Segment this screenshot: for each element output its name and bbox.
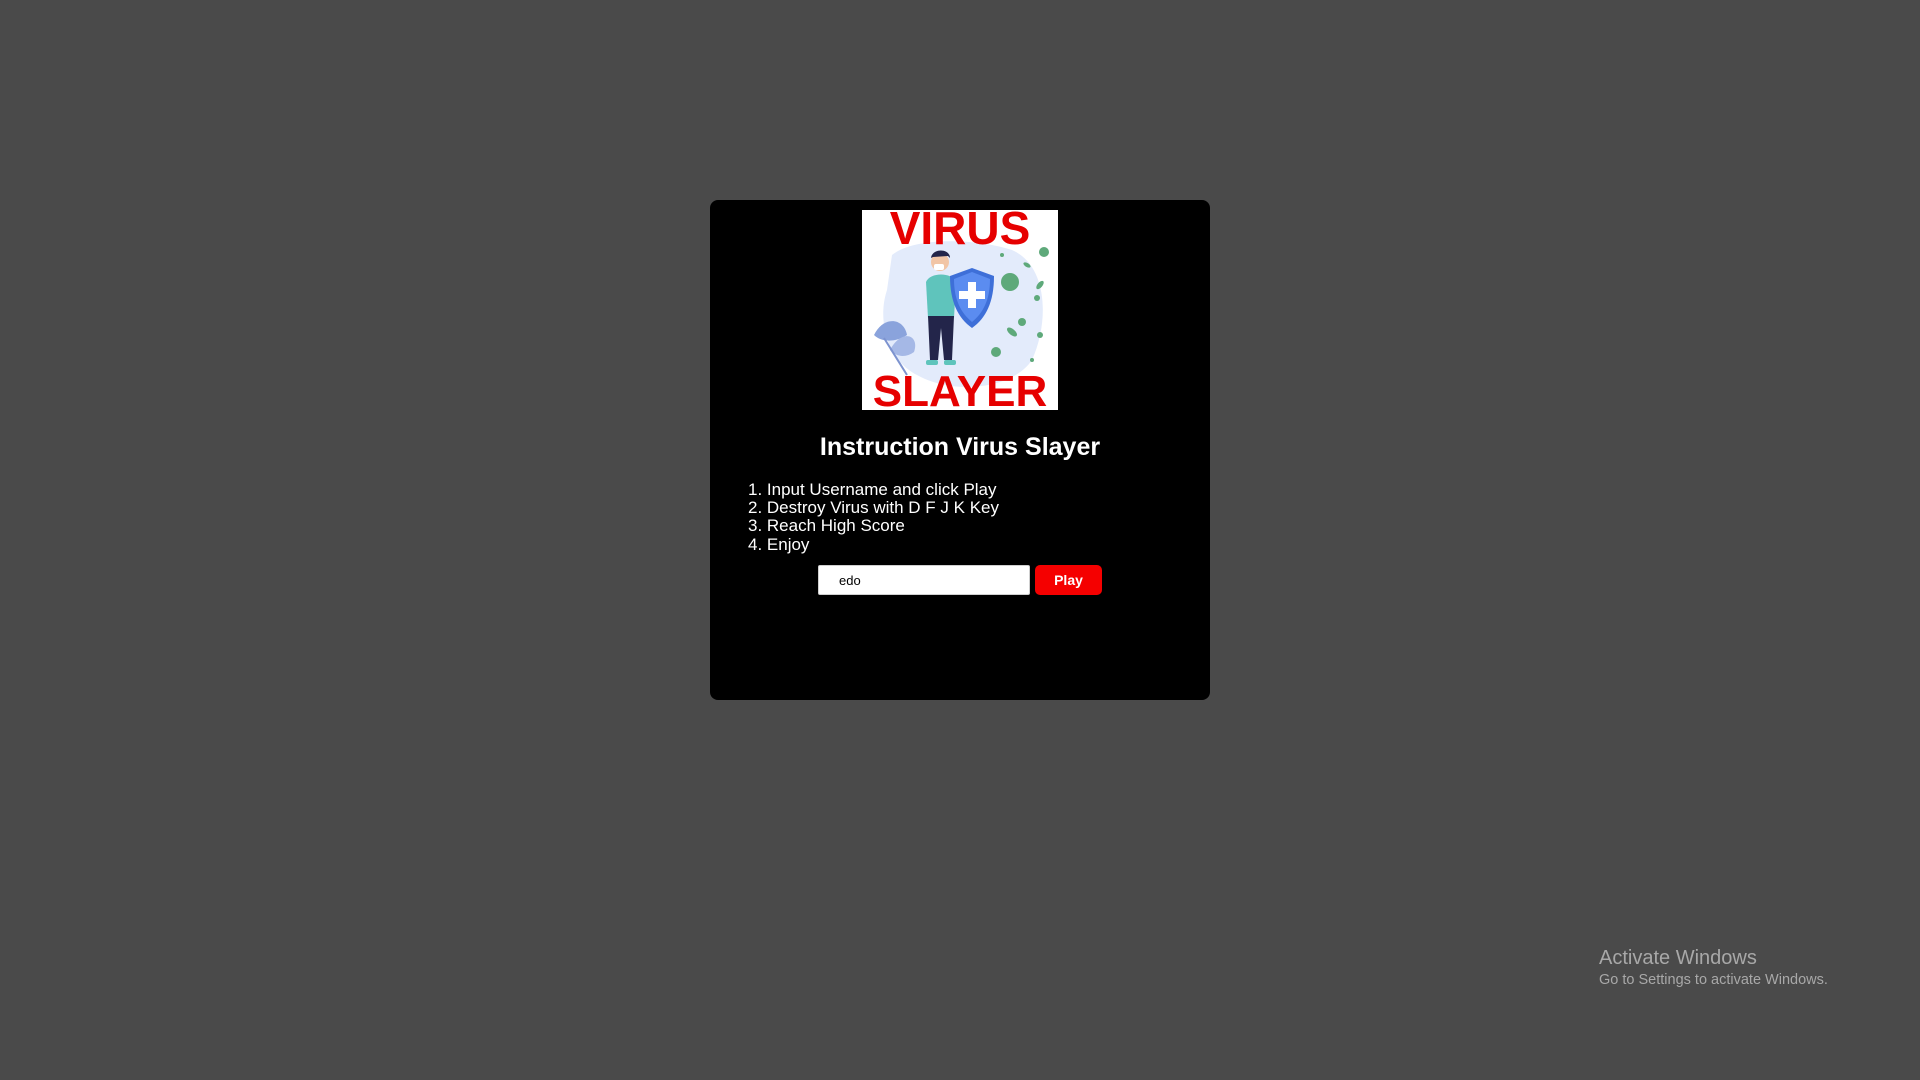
watermark-subtitle: Go to Settings to activate Windows.	[1599, 972, 1828, 988]
person-shoe	[926, 360, 938, 365]
virus-slayer-logo: VIRUS SLAYER	[862, 210, 1058, 410]
face-mask	[934, 264, 944, 270]
username-input[interactable]	[818, 565, 1030, 595]
instruction-item: 3. Reach High Score	[748, 516, 905, 536]
logo-bottom-text: SLAYER	[873, 367, 1047, 410]
page-title: Instruction Virus Slayer	[819, 433, 1101, 461]
play-button[interactable]: Play	[1035, 565, 1102, 595]
person-shoe	[944, 360, 956, 365]
instruction-modal: VIRUS SLAYER Instruction Virus Slayer 1.…	[710, 200, 1210, 700]
activate-windows-watermark: Activate Windows Go to Settings to activ…	[1599, 946, 1828, 989]
instruction-item: 4. Enjoy	[748, 534, 810, 554]
logo-top-text: VIRUS	[890, 210, 1031, 254]
instruction-item: 1. Input Username and click Play	[748, 480, 997, 499]
instruction-list: 1. Input Username and click Play 2. Dest…	[748, 480, 999, 554]
instruction-item: 2. Destroy Virus with D F J K Key	[748, 498, 999, 518]
logo-illustration: VIRUS SLAYER	[873, 210, 1049, 410]
watermark-title: Activate Windows	[1599, 947, 1757, 969]
